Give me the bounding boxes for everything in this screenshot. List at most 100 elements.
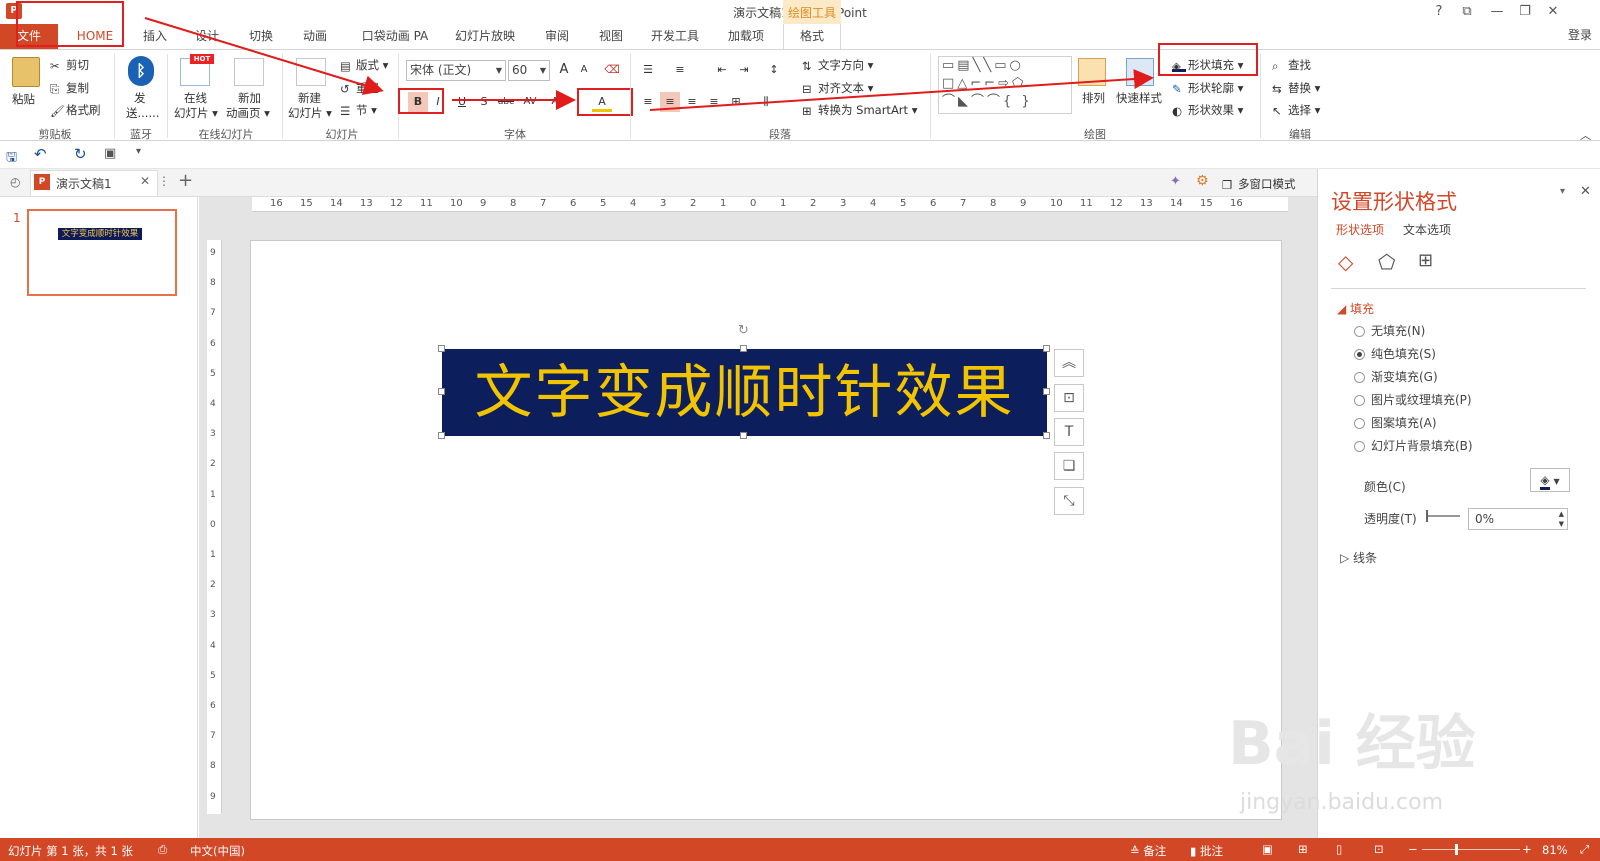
fill-line-icon[interactable]: ◇ [1338,250,1353,274]
crop-icon[interactable]: ⤡ [1054,487,1084,515]
layout-options-icon[interactable]: ⊡ [1054,384,1084,412]
slideshow-view-icon[interactable]: ⊡ [1374,842,1384,856]
font-size-select[interactable]: 60 ▼ [508,60,550,81]
spinner-icon[interactable]: ▲ ▼ [1559,509,1564,529]
font-name-select[interactable]: 宋体 (正文) ▼ [406,60,506,81]
paste-button[interactable]: 粘贴 [12,91,35,107]
align-text-button[interactable]: ⊟ 对齐文本 ▾ [802,80,873,96]
slide-thumbnail[interactable]: 文字变成顺时针效果 [27,209,177,296]
restore-icon[interactable]: ❐ [1512,2,1538,22]
redo-icon[interactable]: ↻ [74,145,87,163]
quick-styles-button[interactable]: 快速样式 [1116,90,1162,106]
bullets-icon[interactable]: ☰ [638,60,658,80]
tab-insert[interactable]: 插入 [130,24,180,49]
shapes-gallery[interactable]: ▭▤╲╲▭○ □△⌐⌐⇨⬠ ⌒◣⌒⌒{ } [938,56,1072,114]
tab-addins[interactable]: 加载项 [716,24,776,49]
history-icon[interactable]: ◴ [10,175,20,189]
quick-styles-icon[interactable] [1126,58,1154,86]
align-center-icon[interactable]: ≡ [660,92,680,112]
rotate-handle-icon[interactable]: ↻ [738,323,749,338]
tab-pocket-animation[interactable]: 口袋动画 PA [350,24,440,49]
format-painter-button[interactable]: 🖌格式刷 [50,102,101,118]
resize-handle[interactable] [740,345,747,352]
shape-style-icon[interactable]: ❏ [1054,452,1084,480]
minimize-icon[interactable]: — [1484,2,1510,22]
align-right-icon[interactable]: ≡ [682,92,702,112]
transparency-slider[interactable] [1426,515,1460,517]
fill-option-picture[interactable]: 图片或纹理填充(P) [1354,391,1472,408]
tab-shape-options[interactable]: 形状选项 [1336,221,1384,238]
decrease-indent-icon[interactable]: ⇤ [712,60,732,80]
notes-button[interactable]: ≙ 备注 [1130,843,1166,859]
zoom-slider[interactable] [1422,849,1520,850]
clear-format-icon[interactable]: ⌫ [602,60,622,80]
tab-transitions[interactable]: 切换 [236,24,286,49]
spell-check-icon[interactable]: ⎙ [158,842,167,857]
tab-text-options[interactable]: 文本选项 [1403,221,1451,238]
shadow-button[interactable]: S [474,92,494,112]
zoom-out-icon[interactable]: − [1408,842,1418,856]
new-animation-icon[interactable] [234,58,264,86]
slide-canvas[interactable] [250,240,1282,820]
size-properties-icon[interactable]: ⊞ [1418,250,1433,271]
effects-pentagon-icon[interactable]: ⬠ [1378,250,1395,274]
zoom-level[interactable]: 81% [1542,843,1568,857]
slide-sorter-icon[interactable]: ⊞ [1298,842,1308,856]
slide-text-box[interactable]: 文字变成顺时针效果 [442,349,1047,436]
fill-section-header[interactable]: ◢ 填充 [1337,300,1374,317]
arrange-icon[interactable] [1078,58,1106,86]
resize-handle[interactable] [1043,388,1050,395]
reading-view-icon[interactable]: ▯ [1336,842,1342,856]
resize-handle[interactable] [1043,345,1050,352]
tab-animations[interactable]: 动画 [290,24,340,49]
bluetooth-icon[interactable]: ᛒ [128,56,154,86]
settings-gear-icon[interactable]: ⚙ [1196,173,1209,189]
close-tab-icon[interactable]: ✕ [140,174,150,188]
new-animation-button[interactable]: 动画页 ▾ [226,105,270,121]
line-section-header[interactable]: ▷ 线条 [1340,549,1377,566]
numbering-icon[interactable]: ≡ [670,60,690,80]
shape-outline-button[interactable]: ✎ 形状轮廓 ▾ [1172,80,1243,96]
distributed-icon[interactable]: ⊞ [726,92,746,112]
shape-effects-button[interactable]: ◐ 形状效果 ▾ [1172,102,1243,118]
tab-format[interactable]: 格式 [783,24,841,49]
start-presentation-icon[interactable]: ▣ [104,146,116,161]
cut-button[interactable]: ✂ 剪切 [50,57,89,73]
zoom-slider-thumb[interactable] [1455,844,1458,855]
tab-design[interactable]: 设计 [182,24,232,49]
fill-color-picker[interactable]: ◈ ▼ [1530,468,1570,492]
convert-smartart-button[interactable]: ⊞ 转换为 SmartArt ▾ [802,102,917,118]
expand-up-icon[interactable]: ︽ [1054,349,1084,377]
language-indicator[interactable]: 中文(中国) [190,843,245,859]
transparency-slider-thumb[interactable] [1426,510,1428,522]
justify-icon[interactable]: ≡ [704,92,724,112]
layout-button[interactable]: ▤ 版式 ▾ [340,57,388,73]
resize-handle[interactable] [740,432,747,439]
shrink-font-button[interactable]: A [574,60,594,80]
undo-icon[interactable]: ↶ [34,145,47,163]
tab-menu-icon[interactable]: ⋮ [158,174,170,188]
find-button[interactable]: ⌕ 查找 [1272,57,1311,73]
tab-slideshow[interactable]: 幻灯片放映 [444,24,526,49]
replace-button[interactable]: ⇆ 替换 ▾ [1272,80,1320,96]
change-case-button[interactable]: Aa [548,92,568,112]
paste-icon[interactable] [12,57,40,87]
text-direction-button[interactable]: ⇅ 文字方向 ▾ [802,57,873,73]
arrange-button[interactable]: 排列 [1082,90,1105,106]
select-button[interactable]: ↖ 选择 ▾ [1272,102,1320,118]
reset-button[interactable]: ↺ 重置 [340,80,379,96]
underline-button[interactable]: U [452,92,472,112]
normal-view-icon[interactable]: ▣ [1262,842,1273,856]
fill-option-none[interactable]: 无填充(N) [1354,322,1425,339]
wand-icon[interactable]: ✦ [1170,174,1181,189]
sign-in-link[interactable]: 登录 [1568,26,1592,43]
text-box-icon[interactable]: T [1054,418,1084,446]
transparency-input[interactable]: 0% ▲ ▼ [1468,508,1568,530]
send-label-2[interactable]: 送...... [126,105,159,121]
new-tab-icon[interactable]: + [178,170,193,191]
new-slide-icon[interactable] [296,58,326,86]
fill-option-background[interactable]: 幻灯片背景填充(B) [1354,437,1473,454]
tab-view[interactable]: 视图 [586,24,636,49]
resize-handle[interactable] [438,345,445,352]
grow-font-button[interactable]: A [554,60,574,80]
